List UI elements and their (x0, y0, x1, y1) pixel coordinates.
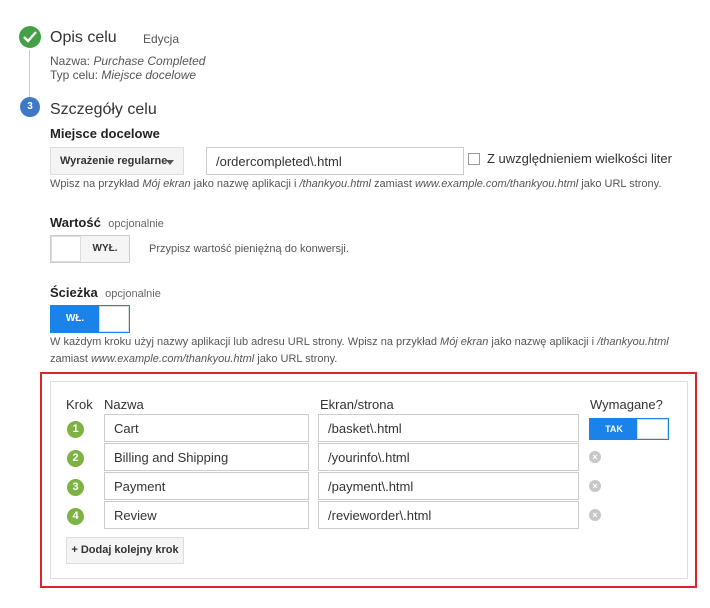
goal-type-value: Miejsce docelowe (101, 68, 197, 82)
step-page-value: /revieworder\.html (328, 507, 432, 523)
remove-step-icon[interactable]: × (589, 509, 601, 521)
step-page-value: /payment\.html (328, 478, 414, 494)
step-title-goal-description: Opis celu (50, 29, 117, 46)
match-type-selected: Wyrażenie regularne (60, 155, 168, 167)
funnel-help-line-1: W każdym kroku użyj nazwy aplikacji lub … (50, 336, 669, 348)
funnel-toggle[interactable]: WŁ. (50, 305, 130, 333)
step-name-input[interactable]: Billing and Shipping (104, 443, 309, 471)
column-header-required: Wymagane? (590, 397, 663, 412)
value-section-heading: Wartość opcjonalnie (50, 214, 164, 232)
edit-link[interactable]: Edycja (143, 32, 179, 46)
step-number-4: 4 (67, 508, 84, 525)
case-sensitive-checkbox[interactable] (468, 153, 480, 165)
step-name-value: Cart (114, 420, 139, 436)
step-name-input[interactable]: Payment (104, 472, 309, 500)
step-page-input[interactable]: /yourinfo\.html (318, 443, 579, 471)
chevron-down-icon (166, 160, 174, 165)
value-toggle-label: WYŁ. (92, 243, 118, 254)
funnel-optional: opcjonalnie (105, 288, 161, 300)
match-type-dropdown[interactable]: Wyrażenie regularne (50, 147, 184, 175)
step-name-value: Payment (114, 478, 166, 494)
destination-help-text: Wpisz na przykład Mój ekran jako nazwę a… (50, 178, 662, 190)
remove-step-icon[interactable]: × (589, 480, 601, 492)
column-header-name: Nazwa (104, 397, 144, 412)
value-help-text: Przypisz wartość pieniężną do konwersji. (149, 243, 349, 255)
goal-type-label: Typ celu: (50, 68, 99, 82)
step-connector-line (29, 50, 30, 100)
add-step-button[interactable]: + Dodaj kolejny krok (66, 537, 184, 564)
required-toggle[interactable]: TAK (589, 418, 669, 440)
value-optional: opcjonalnie (108, 218, 164, 230)
step-page-value: /yourinfo\.html (328, 449, 410, 465)
step-number-2: 2 (67, 450, 84, 467)
step-name-input[interactable]: Cart (104, 414, 309, 442)
required-toggle-label: TAK (605, 424, 623, 434)
step-name-value: Review (114, 507, 157, 523)
destination-input-value: /ordercompleted\.html (216, 153, 342, 169)
step-page-input[interactable]: /payment\.html (318, 472, 579, 500)
column-header-step: Krok (66, 397, 93, 412)
step-name-input[interactable]: Review (104, 501, 309, 529)
funnel-toggle-label: WŁ. (65, 313, 85, 324)
funnel-section-heading: Ścieżka opcjonalnie (50, 284, 161, 302)
toggle-knob (99, 306, 129, 332)
destination-label: Miejsce docelowe (50, 126, 160, 141)
column-header-screen: Ekran/strona (320, 397, 394, 412)
step-page-input[interactable]: /basket\.html (318, 414, 579, 442)
value-toggle[interactable]: WYŁ. (50, 235, 130, 263)
step-page-input[interactable]: /revieworder\.html (318, 501, 579, 529)
step-number-3: 3 (67, 479, 84, 496)
step-page-value: /basket\.html (328, 420, 402, 436)
toggle-knob (637, 419, 668, 439)
completed-check-icon (19, 26, 41, 48)
funnel-help-line-2: zamiast www.example.com/thankyou.html ja… (50, 353, 338, 365)
toggle-knob (51, 236, 81, 262)
step-number-1: 1 (67, 421, 84, 438)
goal-name-label: Nazwa: (50, 54, 91, 68)
goal-name-value: Purchase Completed (93, 54, 206, 68)
goal-type-line: Typ celu: Miejsce docelowe (50, 68, 196, 82)
goal-name-line: Nazwa: Purchase Completed (50, 54, 205, 68)
value-label: Wartość (50, 215, 101, 230)
funnel-label: Ścieżka (50, 285, 98, 300)
step-name-value: Billing and Shipping (114, 449, 229, 465)
case-sensitive-label: Z uwzględnieniem wielkości liter (487, 151, 672, 166)
destination-input[interactable]: /ordercompleted\.html (206, 147, 464, 175)
step-number-badge: 3 (20, 97, 40, 117)
step-title-goal-details: Szczegóły celu (50, 101, 157, 118)
remove-step-icon[interactable]: × (589, 451, 601, 463)
